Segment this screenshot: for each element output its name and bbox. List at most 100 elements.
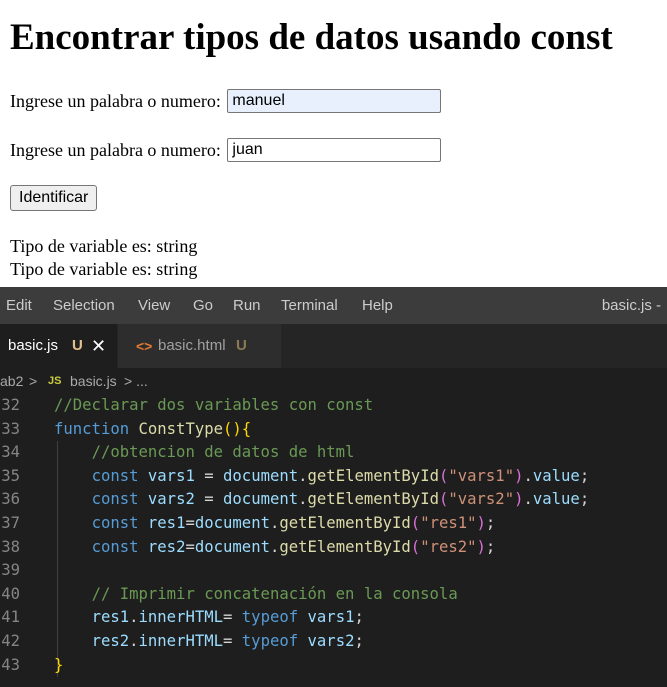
chevron-right-icon: > [29,373,38,389]
code-token: typeof [241,632,299,650]
line-number: 33 [1,419,20,438]
vars2-input[interactable] [227,137,442,162]
tab-basic-js[interactable]: basic.js U ✕ [0,324,117,368]
menu-view[interactable]: View [138,287,170,324]
code-token: getElementById [307,466,439,485]
code-token: ( [438,490,449,509]
code-token: // Imprimir concatenación en la consola [91,584,458,603]
code-token: ; [579,490,590,509]
code-token: //obtencion de datos de html [91,443,355,462]
code-token: //Declarar dos variables con const [54,396,374,414]
code-token: . [269,514,280,532]
code-token: vars1 [147,466,195,485]
field2-label: Ingrese un palabra o numero: [10,139,221,160]
code-token: ( [438,466,449,485]
code-token: document [194,514,270,532]
code-token: . [129,608,139,627]
menu-go[interactable]: Go [193,287,213,324]
code-token: getElementById [279,514,411,532]
tab-basic-html[interactable]: <> basic.html U [118,324,281,368]
code-token: innerHTML [138,632,224,650]
breadcrumb-file[interactable]: basic.js [70,368,117,394]
code-token: . [298,490,308,509]
code-token: document [223,490,299,509]
menu-help[interactable]: Help [362,287,393,324]
code-token: ; [579,466,590,485]
code-token: ; [485,514,496,532]
breadcrumb-folder[interactable]: ab2 [0,368,23,394]
code-token: . [523,490,533,509]
code-token: vars2 [307,632,355,650]
code-token: document [194,537,270,556]
code-token: = [185,537,195,556]
code-token: res2 [91,632,130,650]
code-token: ( [410,537,421,556]
breadcrumb: ab2 > JS basic.js > ... [0,368,667,394]
code-text: } [54,654,63,678]
code-text: //obtencion de datos de html [54,441,355,465]
code-token: typeof [241,608,299,627]
menu-run[interactable]: Run [233,287,261,324]
browser-page: Encontrar tipos de datos usando const In… [0,0,667,287]
code-text: // Imprimir concatenación en la consola [54,583,458,607]
code-token: "res2" [420,537,477,556]
code-token: document [223,466,299,485]
code-token: value [532,490,580,509]
code-token: res2 [147,537,186,556]
close-icon[interactable]: ✕ [91,324,106,368]
result2-text: Tipo de variable es: string [10,259,198,279]
line-number: 43 [1,655,20,674]
code-token: vars2 [147,490,195,509]
field2-row: Ingrese un palabra o numero: [10,135,442,163]
code-text: res1.innerHTML= typeof vars1; [54,606,364,630]
menu-selection[interactable]: Selection [53,287,115,324]
result1-text: Tipo de variable es: string [10,236,198,256]
menu-edit[interactable]: Edit [6,287,32,324]
code-token: const [91,514,139,532]
code-token: ) [476,537,486,556]
code-token: const [91,537,139,556]
code-token: ConstType [138,419,224,438]
tab-basic-html-status: U [236,337,247,354]
code-token: = [185,514,195,532]
code-token: = [223,632,242,650]
code-token: getElementById [307,490,439,509]
code-token: "res1" [420,514,477,532]
line-number: 40 [1,584,20,603]
menu-terminal[interactable]: Terminal [281,287,338,324]
code-token: ( [410,514,421,532]
code-token: "vars1" [448,466,515,485]
code-token: ; [485,537,496,556]
code-editor[interactable]: 32 //Declarar dos variables con const 33 fu… [0,394,667,687]
vars1-input[interactable] [227,88,442,113]
code-text: const res2=document.getElementById("res2… [54,536,496,560]
identificar-button[interactable]: Identificar [10,185,98,211]
code-token: = [194,490,224,509]
code-text: res2.innerHTML= typeof vars2; [54,630,364,654]
code-token: . [523,466,533,485]
menu-bar: Edit Selection View Go Run Terminal Help… [0,287,667,324]
code-text: function ConstType(){ [54,418,251,442]
tab-basic-html-label: basic.html [158,337,226,354]
code-token: "vars2" [448,490,515,509]
line-number: 37 [1,514,20,532]
code-token: const [91,466,139,485]
tab-basic-js-status: U [72,337,83,354]
code-token: = [194,466,224,485]
breadcrumb-symbols[interactable]: > ... [124,368,148,394]
line-number: 35 [1,466,20,485]
field1-label: Ingrese un palabra o numero: [10,90,221,111]
code-token: . [298,466,308,485]
code-token: value [532,466,580,485]
